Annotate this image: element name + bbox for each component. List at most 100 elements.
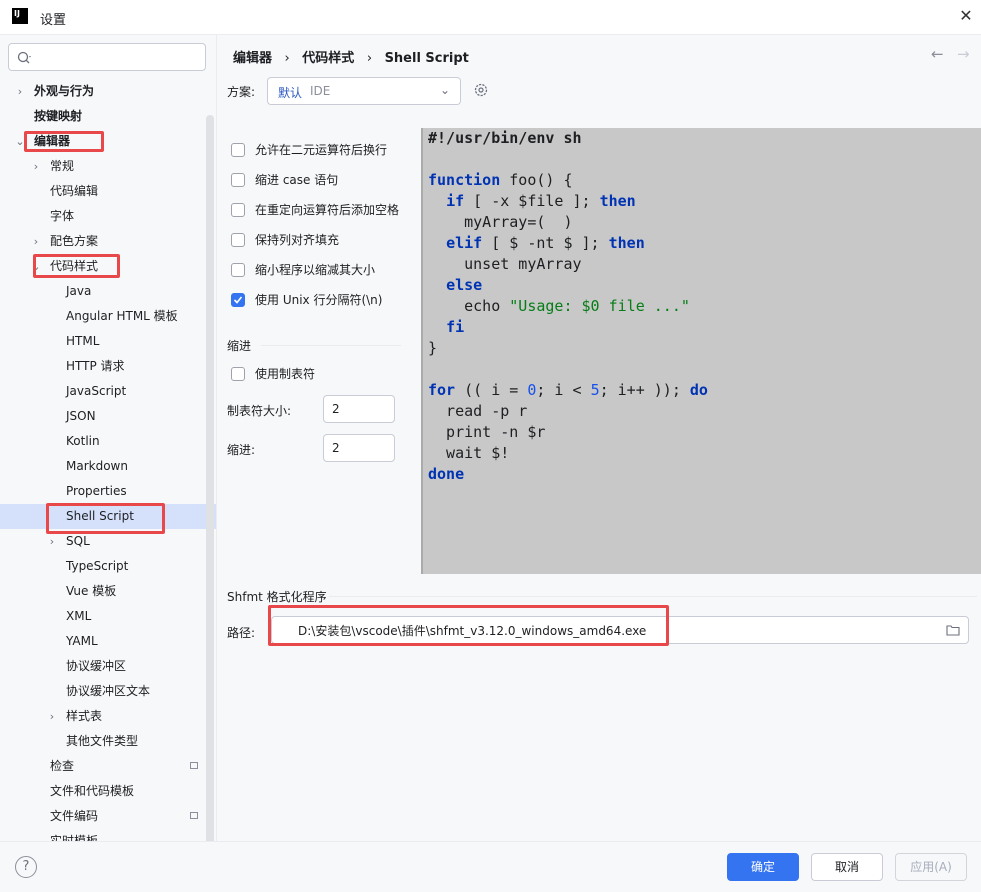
tree-item[interactable]: 其他文件类型 (0, 729, 216, 754)
dialog-footer: ? 确定 取消 应用(A) (0, 841, 981, 892)
cancel-button[interactable]: 取消 (811, 853, 883, 881)
tree-item[interactable]: Properties (0, 479, 216, 504)
project-scope-icon (190, 762, 198, 769)
tree-item-label: TypeScript (66, 559, 129, 573)
option-label: 使用 Unix 行分隔符(\n) (255, 293, 383, 307)
tree-item-label: Properties (66, 484, 127, 498)
tab-size-label: 制表符大小: (227, 404, 292, 418)
tree-item[interactable]: 字体 (0, 204, 216, 229)
tree-item[interactable]: 按键映射 (0, 104, 216, 129)
window-title: 设置 (40, 13, 67, 28)
tree-item-label: 常规 (50, 159, 75, 173)
gear-icon[interactable] (473, 82, 489, 98)
option-label: 缩进 case 语句 (255, 173, 339, 187)
tree-item[interactable]: YAML (0, 629, 216, 654)
chevron-down-icon: ⌄ (440, 83, 451, 97)
apply-button[interactable]: 应用(A) (895, 853, 967, 881)
tree-item-label: JSON (66, 409, 96, 423)
tree-item[interactable]: TypeScript (0, 554, 216, 579)
tree-item-label: Angular HTML 模板 (66, 309, 178, 323)
tree-item-label: SQL (66, 534, 90, 548)
help-icon[interactable]: ? (15, 856, 37, 878)
option-label: 保持列对齐填充 (255, 233, 340, 247)
chevron-right-icon[interactable]: › (30, 154, 42, 179)
use-tab-checkbox[interactable] (231, 367, 245, 381)
tab-size-input[interactable]: 2 (323, 395, 395, 423)
tree-item[interactable]: Markdown (0, 454, 216, 479)
settings-content: 编辑器 › 代码样式 › Shell Script ← → 方案: 默认 IDE… (217, 35, 981, 841)
tree-item-label: 外观与行为 (34, 84, 95, 98)
path-label: 路径: (227, 626, 256, 640)
tree-item-label: 样式表 (66, 709, 103, 723)
tree-item[interactable]: Angular HTML 模板 (0, 304, 216, 329)
chevron-right-icon[interactable]: › (46, 704, 58, 729)
tree-item-label: Java (66, 284, 92, 298)
settings-sidebar: › 外观与行为 按键映射 ⌄ 编辑器 › 常规 代码编辑 字体 › 配色方案 ⌄ 代码样式 Java Ang… (0, 35, 217, 875)
shfmt-section-title: Shfmt 格式化程序 (227, 590, 327, 604)
chevron-right-icon[interactable]: › (30, 229, 42, 254)
option-checkbox[interactable] (231, 143, 245, 157)
code-preview-text: #!/usr/bin/env sh function foo() { if [ … (428, 129, 708, 483)
chevron-right-icon[interactable]: › (46, 529, 58, 554)
tree-item[interactable]: 协议缓冲区 (0, 654, 216, 679)
tree-item[interactable]: ⌄ 代码样式 (0, 254, 216, 279)
breadcrumb-code-style[interactable]: 代码样式 (302, 51, 354, 66)
option-label: 缩小程序以缩减其大小 (255, 263, 376, 277)
tree-item[interactable]: › 外观与行为 (0, 79, 216, 104)
search-icon (17, 51, 31, 64)
tree-item[interactable]: 文件编码 (0, 804, 216, 829)
option-checkbox[interactable] (231, 203, 245, 217)
indent-label: 缩进: (227, 443, 256, 457)
tree-item-label: 代码编辑 (50, 184, 99, 198)
tree-item[interactable]: HTTP 请求 (0, 354, 216, 379)
tree-item[interactable]: Kotlin (0, 429, 216, 454)
tree-item[interactable]: 代码编辑 (0, 179, 216, 204)
ok-button[interactable]: 确定 (727, 853, 799, 881)
tree-item-label: 配色方案 (50, 234, 99, 248)
option-checkbox[interactable] (231, 293, 245, 307)
tree-item[interactable]: HTML (0, 329, 216, 354)
tree-item[interactable]: JavaScript (0, 379, 216, 404)
project-scope-icon (190, 812, 198, 819)
tree-item[interactable]: JSON (0, 404, 216, 429)
tree-item[interactable]: 文件和代码模板 (0, 779, 216, 804)
tree-item[interactable]: › 样式表 (0, 704, 216, 729)
tree-item[interactable]: 检查 (0, 754, 216, 779)
app-logo-icon: IJ _ (12, 8, 28, 27)
forward-arrow-icon[interactable]: → (957, 45, 970, 63)
indent-input[interactable]: 2 (323, 434, 395, 462)
tree-item[interactable]: › 常规 (0, 154, 216, 179)
folder-icon[interactable] (946, 624, 960, 636)
tree-item-label: Shell Script (66, 509, 134, 523)
tree-item-label: 协议缓冲区文本 (66, 684, 151, 698)
tree-item[interactable]: ⌄ 编辑器 (0, 129, 216, 154)
breadcrumb-editor[interactable]: 编辑器 (233, 51, 272, 66)
chevron-right-icon[interactable]: › (14, 79, 26, 104)
code-preview: #!/usr/bin/env sh function foo() { if [ … (421, 128, 981, 574)
tree-item-label: Vue 模板 (66, 584, 117, 598)
tree-item-label: 按键映射 (34, 109, 83, 123)
tree-item-label: 字体 (50, 209, 75, 223)
tree-item-label: YAML (66, 634, 98, 648)
tree-item-label: HTTP 请求 (66, 359, 125, 373)
option-checkbox[interactable] (231, 173, 245, 187)
tree-item[interactable]: 协议缓冲区文本 (0, 679, 216, 704)
tree-item[interactable]: Java (0, 279, 216, 304)
option-checkbox[interactable] (231, 233, 245, 247)
option-checkbox[interactable] (231, 263, 245, 277)
tree-item[interactable]: XML (0, 604, 216, 629)
chevron-down-icon[interactable]: ⌄ (30, 254, 42, 279)
scheme-dropdown[interactable]: 默认 IDE ⌄ (267, 77, 461, 105)
search-input[interactable] (8, 43, 206, 71)
tree-item[interactable]: Vue 模板 (0, 579, 216, 604)
tree-item-label: 协议缓冲区 (66, 659, 127, 673)
tree-item[interactable]: › 配色方案 (0, 229, 216, 254)
back-arrow-icon[interactable]: ← (931, 45, 944, 63)
chevron-down-icon[interactable]: ⌄ (14, 129, 26, 154)
sidebar-scrollbar[interactable] (206, 115, 214, 875)
shfmt-path-input[interactable]: D:\安装包\vscode\插件\shfmt_v3.12.0_windows_a… (271, 616, 969, 644)
close-icon[interactable]: ✕ (956, 6, 976, 26)
tree-item-label: 文件编码 (50, 809, 99, 823)
tree-item[interactable]: Shell Script (0, 504, 216, 529)
tree-item[interactable]: › SQL (0, 529, 216, 554)
